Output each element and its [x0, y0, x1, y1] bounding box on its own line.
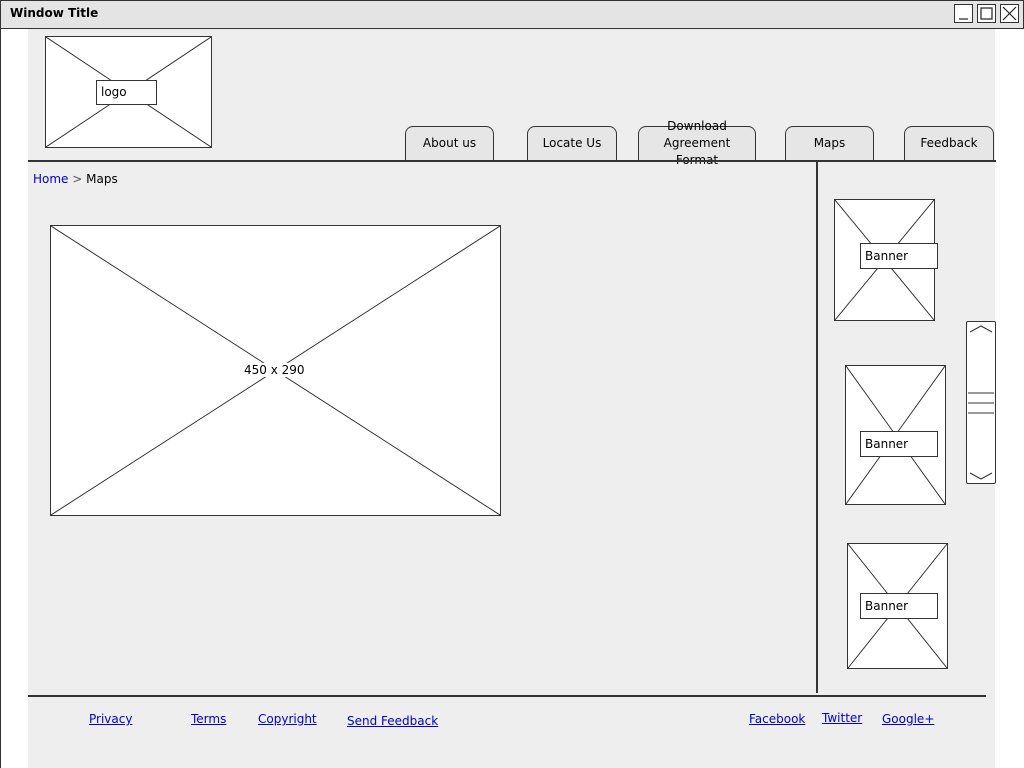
- sidebar-divider: [816, 161, 818, 693]
- footer-copyright-link[interactable]: Copyright: [258, 712, 317, 726]
- banner-label: Banner: [860, 431, 938, 457]
- banner-label: Banner: [860, 243, 938, 269]
- footer-divider: [28, 695, 986, 697]
- sidebar-scrollbar[interactable]: [966, 321, 996, 484]
- tab-feedback[interactable]: Feedback: [904, 126, 994, 160]
- breadcrumb: Home > Maps: [33, 172, 118, 186]
- window-title: Window Title: [10, 6, 99, 20]
- footer-privacy-link[interactable]: Privacy: [89, 712, 132, 726]
- scrollbar-arrows-icon: [968, 325, 994, 480]
- maximize-button[interactable]: [977, 4, 996, 23]
- header-divider: [28, 160, 996, 162]
- minimize-icon: [959, 18, 968, 20]
- tab-maps[interactable]: Maps: [785, 126, 874, 160]
- tab-locate-us[interactable]: Locate Us: [527, 126, 617, 160]
- tab-about-us[interactable]: About us: [405, 126, 494, 160]
- map-image-size-label: 450 x 290: [241, 363, 308, 377]
- logo-image[interactable]: logo: [45, 36, 212, 148]
- footer-terms-link[interactable]: Terms: [191, 712, 226, 726]
- footer-send-feedback-link[interactable]: Send Feedback: [347, 714, 438, 728]
- breadcrumb-current: Maps: [86, 172, 118, 186]
- window-left-border: [0, 28, 1, 768]
- close-icon: [1002, 6, 1017, 21]
- tab-download-agreement-format[interactable]: Download Agreement Format: [638, 119, 756, 167]
- window-titlebar: [0, 0, 1024, 29]
- sidebar-banner-2[interactable]: Banner: [845, 365, 946, 505]
- breadcrumb-home-link[interactable]: Home: [33, 172, 68, 186]
- footer-facebook-link[interactable]: Facebook: [749, 712, 805, 726]
- footer-google-plus-link[interactable]: Google+: [882, 712, 934, 726]
- footer-twitter-link[interactable]: Twitter: [822, 711, 862, 725]
- close-button[interactable]: [1000, 4, 1019, 23]
- map-image: 450 x 290: [50, 225, 501, 516]
- sidebar-banner-1[interactable]: Banner: [834, 199, 938, 321]
- minimize-button[interactable]: [954, 4, 973, 23]
- banner-label: Banner: [860, 593, 938, 619]
- breadcrumb-separator: >: [72, 172, 83, 186]
- maximize-icon: [980, 7, 993, 20]
- sidebar-banner-3[interactable]: Banner: [847, 543, 948, 669]
- logo-label: logo: [96, 80, 157, 105]
